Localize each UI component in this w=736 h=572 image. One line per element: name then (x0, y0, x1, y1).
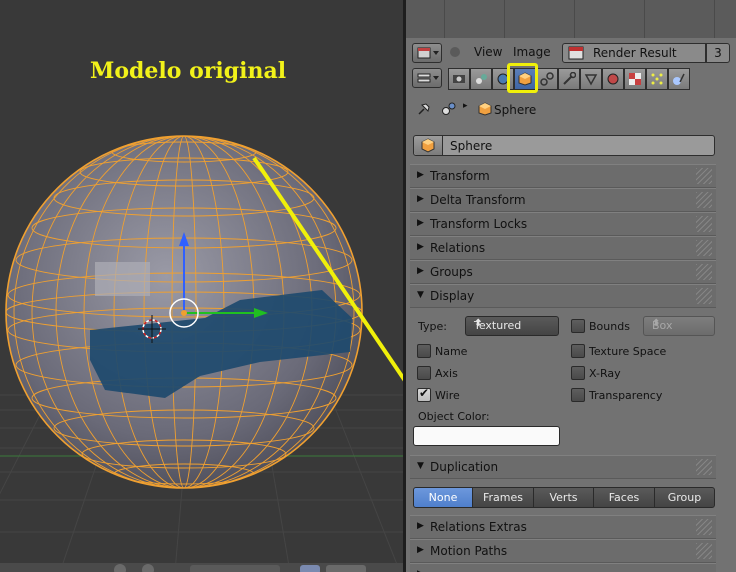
breadcrumb-separator-icon: ▸ (463, 101, 468, 111)
tab-highlight-box (507, 63, 538, 93)
image-editor-header: View Image Render Result 3 (406, 40, 736, 66)
panel-motion-paths[interactable]: ▶ Motion Paths (410, 539, 716, 563)
properties-context-tabs (406, 66, 736, 92)
dropdown-arrows-icon: ⬍ (652, 318, 661, 329)
texture-tab-icon[interactable] (624, 68, 646, 90)
collapse-menu-icon[interactable] (450, 47, 460, 57)
scene-icon (442, 102, 456, 115)
panel-relations[interactable]: ▶ Relations (410, 236, 716, 260)
editor-type-icon (417, 47, 439, 59)
menu-image[interactable]: Image (513, 45, 551, 59)
render-tab-icon[interactable] (448, 68, 470, 90)
texture-space-label: Texture Space (589, 345, 667, 358)
transparency-label: Transparency (589, 389, 663, 402)
panel-groups[interactable]: ▶ Groups (410, 260, 716, 284)
panel-delta-transform[interactable]: ▶ Delta Transform (410, 188, 716, 212)
object-cube-icon (478, 102, 492, 116)
panel-transform-locks[interactable]: ▶ Transform Locks (410, 212, 716, 236)
physics-tab-icon[interactable] (668, 68, 690, 90)
3d-viewport[interactable]: Modelo original (0, 0, 403, 572)
panel-next-collapsed[interactable]: ▶ (410, 563, 716, 572)
duplication-frames-button[interactable]: Frames (472, 487, 534, 508)
object-color-swatch[interactable] (413, 426, 560, 446)
object-cube-icon (414, 136, 443, 155)
texture-space-checkbox[interactable] (571, 344, 585, 358)
duplication-verts-button[interactable]: Verts (533, 487, 594, 508)
bounds-label: Bounds (589, 320, 630, 333)
duplication-group-button[interactable]: Group (654, 487, 715, 508)
image-icon (568, 46, 584, 60)
panel-grip-icon[interactable] (696, 168, 712, 184)
particles-tab-icon[interactable] (646, 68, 668, 90)
panel-grip-icon[interactable] (696, 519, 712, 535)
transparency-checkbox[interactable] (571, 388, 585, 402)
wire-checkbox[interactable] (417, 386, 431, 402)
editor-type-button[interactable] (412, 43, 442, 63)
image-browse-field[interactable]: Render Result (562, 43, 706, 63)
panel-display[interactable]: ▼ Display (410, 284, 716, 308)
panel-grip-icon[interactable] (696, 240, 712, 256)
bounds-type-select[interactable]: Box ⬍ (643, 316, 715, 336)
panel-duplication[interactable]: ▼ Duplication (410, 455, 716, 479)
breadcrumb-object-name: Sphere (494, 103, 537, 117)
modifiers-tab-icon[interactable] (558, 68, 580, 90)
panel-grip-icon[interactable] (696, 264, 712, 280)
panel-transform[interactable]: ▶ Transform (410, 164, 716, 188)
object-name-value: Sphere (450, 139, 493, 153)
menu-view[interactable]: View (474, 45, 502, 59)
bounds-checkbox[interactable] (571, 319, 585, 333)
constraints-tab-icon[interactable] (536, 68, 558, 90)
panel-grip-icon[interactable] (696, 288, 712, 304)
panel-grip-icon[interactable] (696, 459, 712, 475)
image-editor-canvas[interactable] (406, 0, 736, 38)
image-name: Render Result (593, 46, 677, 60)
xray-label: X-Ray (589, 367, 621, 380)
annotation-title: Modelo original (90, 58, 287, 84)
object-color-label: Object Color: (418, 410, 490, 423)
properties-editor-icon (417, 73, 439, 83)
scene-tab-icon[interactable] (470, 68, 492, 90)
duplication-faces-button[interactable]: Faces (593, 487, 655, 508)
display-type-select[interactable]: Textured ⬍ (465, 316, 559, 336)
duplication-none-button[interactable]: None (413, 487, 473, 508)
name-checkbox[interactable] (417, 344, 431, 358)
object-name-field[interactable]: Sphere (413, 135, 715, 156)
panel-grip-icon[interactable] (696, 192, 712, 208)
name-checkbox-label: Name (435, 345, 468, 358)
material-tab-icon[interactable] (602, 68, 624, 90)
display-type-label: Type: (418, 320, 447, 333)
wire-checkbox-label: Wire (435, 389, 460, 402)
pin-icon[interactable] (416, 101, 432, 117)
panel-relations-extras[interactable]: ▶ Relations Extras (410, 515, 716, 539)
axis-checkbox-label: Axis (435, 367, 458, 380)
properties-editor: View Image Render Result 3 ▸ Sphere Sphe… (406, 0, 736, 572)
editor-type-button-properties[interactable] (412, 68, 442, 88)
xray-checkbox[interactable] (571, 366, 585, 380)
viewport-scene (0, 135, 403, 572)
image-users-count[interactable]: 3 (706, 43, 730, 63)
axis-checkbox[interactable] (417, 366, 431, 380)
dropdown-arrows-icon: ⬍ (474, 318, 483, 329)
panel-grip-icon[interactable] (696, 543, 712, 559)
panel-grip-icon[interactable] (696, 216, 712, 232)
data-tab-icon[interactable] (580, 68, 602, 90)
